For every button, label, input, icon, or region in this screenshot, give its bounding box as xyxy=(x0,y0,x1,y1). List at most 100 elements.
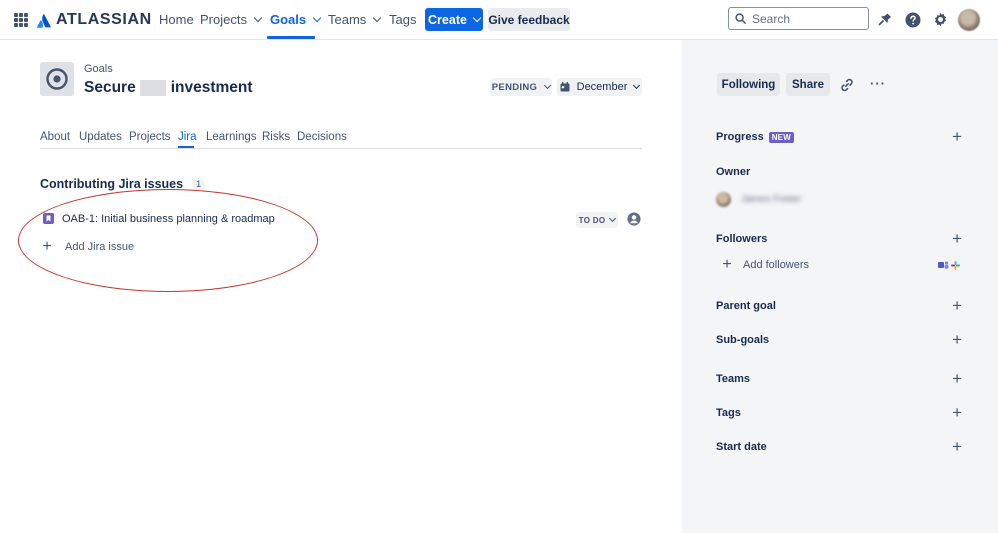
add-parent-goal-icon[interactable]: + xyxy=(952,297,962,314)
add-followers-label: Add followers xyxy=(743,259,810,271)
progress-label: Progress xyxy=(716,131,764,143)
parent-goal-label: Parent goal xyxy=(716,300,776,312)
tab-decisions[interactable]: Decisions xyxy=(297,131,347,143)
atlassian-logo[interactable]: ATLASSIAN xyxy=(37,11,152,29)
sub-goals-row: Sub-goals + xyxy=(716,331,962,348)
brand-name: ATLASSIAN xyxy=(56,11,152,28)
owner-name: James Foster xyxy=(741,194,802,205)
create-button[interactable]: Create xyxy=(425,8,483,31)
nav-goals-label: Goals xyxy=(270,12,307,27)
chevron-down-icon xyxy=(373,13,382,22)
tags-row: Tags + xyxy=(716,404,962,421)
tab-updates[interactable]: Updates xyxy=(79,131,122,143)
page-title[interactable]: Secure investment xyxy=(84,79,253,97)
tab-projects[interactable]: Projects xyxy=(129,131,171,143)
title-suffix: investment xyxy=(170,79,253,96)
following-label: Following xyxy=(721,78,776,91)
section-title-text: Contributing Jira issues xyxy=(40,177,184,191)
status-dropdown[interactable]: PENDING xyxy=(490,78,552,96)
jira-issue-row[interactable]: OAB-1: Initial business planning & roadm… xyxy=(40,211,644,229)
calendar-icon xyxy=(560,82,570,92)
chevron-down-icon xyxy=(253,13,263,22)
story-icon xyxy=(43,213,54,224)
parent-goal-row: Parent goal + xyxy=(716,297,962,314)
new-badge: NEW xyxy=(768,132,794,143)
tab-jira[interactable]: Jira xyxy=(178,131,197,143)
nav-active-indicator xyxy=(267,36,315,39)
top-navigation: ATLASSIAN Home Projects Goals Teams Tags… xyxy=(0,0,998,40)
issue-count-badge: 1 xyxy=(192,177,206,191)
goal-target-icon xyxy=(46,68,68,90)
nav-tags[interactable]: Tags xyxy=(389,12,416,27)
issue-status-dropdown[interactable]: TO DO xyxy=(576,212,618,228)
tab-about[interactable]: About xyxy=(40,131,70,143)
assignee-icon[interactable] xyxy=(627,212,641,226)
chevron-down-icon xyxy=(472,13,482,22)
teams-app-icon xyxy=(938,261,949,269)
issue-title[interactable]: OAB-1: Initial business planning & roadm… xyxy=(62,213,275,225)
give-feedback-button[interactable]: Give feedback xyxy=(488,8,570,31)
nav-goals[interactable]: Goals xyxy=(270,12,322,27)
integration-icons xyxy=(938,260,960,270)
goal-details-panel: Following Share ··· Progress NEW + Owner … xyxy=(682,40,998,533)
target-date-dropdown[interactable]: December xyxy=(557,78,642,96)
help-icon[interactable] xyxy=(904,11,921,28)
sub-goals-label: Sub-goals xyxy=(716,334,770,346)
tab-risks[interactable]: Risks xyxy=(262,131,290,143)
add-start-date-icon[interactable]: + xyxy=(952,438,962,455)
title-prefix: Secure xyxy=(84,79,136,96)
chevron-down-icon xyxy=(609,214,617,222)
chevron-down-icon xyxy=(633,81,641,89)
followers-label: Followers xyxy=(716,233,768,245)
plus-icon: + xyxy=(722,256,732,273)
progress-row: Progress NEW + xyxy=(716,128,962,145)
section-title: Contributing Jira issues 1 xyxy=(40,177,206,191)
user-avatar[interactable] xyxy=(958,9,980,31)
tags-label: Tags xyxy=(716,407,741,419)
issue-status-label: TO DO xyxy=(578,215,606,225)
add-jira-issue-button[interactable]: + Add Jira issue xyxy=(40,238,135,255)
nav-home-label: Home xyxy=(159,12,194,27)
add-sub-goal-icon[interactable]: + xyxy=(952,331,962,348)
link-icon[interactable] xyxy=(839,77,855,93)
app-switcher-icon[interactable] xyxy=(14,13,28,27)
more-actions-button[interactable]: ··· xyxy=(870,76,886,91)
atlassian-logo-icon xyxy=(37,13,51,28)
chevron-down-icon xyxy=(544,81,552,89)
create-button-label: Create xyxy=(428,12,467,27)
settings-icon[interactable] xyxy=(932,11,949,28)
redacted-text xyxy=(139,80,166,96)
share-button[interactable]: Share xyxy=(786,73,830,96)
nav-projects[interactable]: Projects xyxy=(200,12,263,27)
tab-learnings[interactable]: Learnings xyxy=(206,131,257,143)
add-team-icon[interactable]: + xyxy=(952,370,962,387)
breadcrumb[interactable]: Goals xyxy=(84,63,113,75)
nav-home[interactable]: Home xyxy=(159,12,194,27)
slack-app-icon xyxy=(951,260,960,270)
add-jira-issue-label: Add Jira issue xyxy=(65,241,135,253)
progress-heading: Progress NEW xyxy=(716,131,794,143)
add-followers-button[interactable]: + Add followers xyxy=(720,256,960,273)
notification-icon[interactable] xyxy=(876,11,893,28)
plus-icon: + xyxy=(42,238,52,255)
start-date-label: Start date xyxy=(716,441,767,453)
search-icon xyxy=(735,13,746,24)
add-follower-icon[interactable]: + xyxy=(952,230,962,247)
nav-tags-label: Tags xyxy=(389,12,417,27)
teams-label: Teams xyxy=(716,373,751,385)
goal-tabs: About Updates Projects Jira Learnings Ri… xyxy=(40,131,642,149)
owner-field[interactable]: James Foster xyxy=(716,192,802,207)
tab-active-indicator xyxy=(178,146,194,148)
search-input[interactable] xyxy=(752,11,862,26)
add-tag-icon[interactable]: + xyxy=(952,404,962,421)
teams-row: Teams + xyxy=(716,370,962,387)
owner-row: Owner xyxy=(716,166,962,178)
following-button[interactable]: Following xyxy=(717,73,780,96)
start-date-row: Start date + xyxy=(716,438,962,455)
search-box[interactable] xyxy=(728,7,869,30)
nav-teams[interactable]: Teams xyxy=(328,12,382,27)
nav-projects-label: Projects xyxy=(200,12,247,27)
add-progress-icon[interactable]: + xyxy=(952,128,962,145)
owner-label: Owner xyxy=(716,166,751,178)
goal-icon xyxy=(40,62,74,96)
